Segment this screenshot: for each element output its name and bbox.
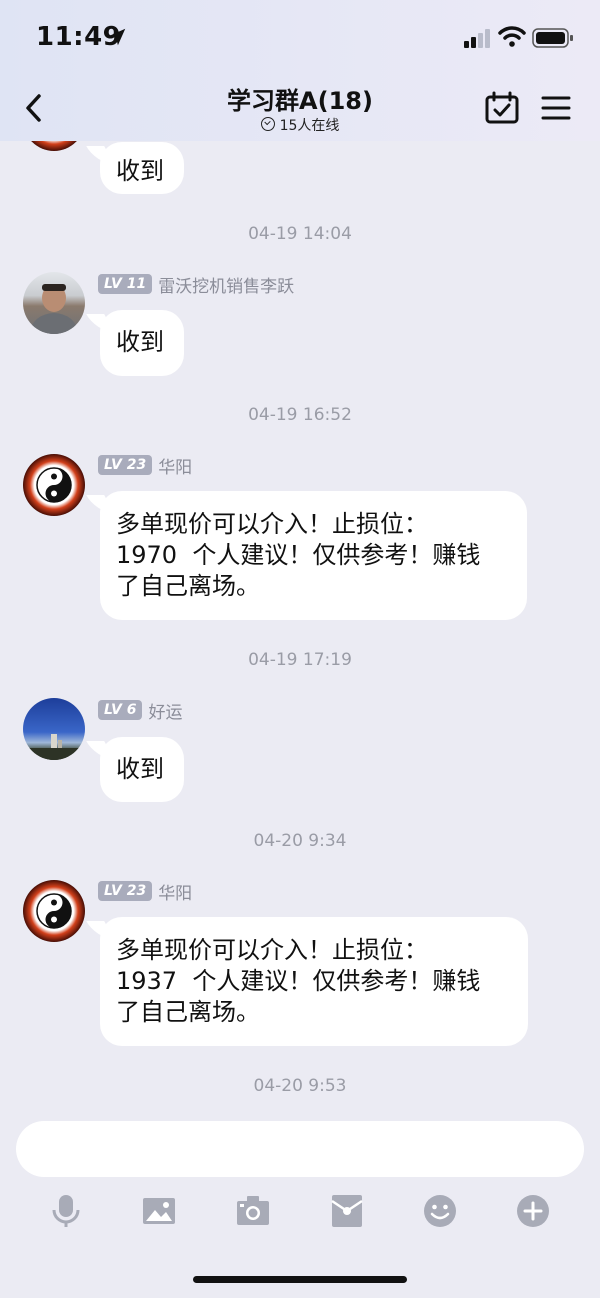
city-photo [23,734,85,760]
battery-icon [532,28,573,48]
timestamp: 04-19 17:19 [248,650,352,670]
message-bubble[interactable]: 多单现价可以介入！止损位： 1937 个人建议！仅供参考！赚钱 了自己离场。 [100,917,528,1046]
image-icon[interactable] [141,1193,177,1229]
avatar[interactable] [23,880,85,942]
level-badge: LV 6 [98,700,143,720]
cellular-signal-icon [464,29,490,48]
online-count-text: 15人在线 [279,118,340,134]
sender-info: LV 11 雷沃挖机销售李跃 [98,272,294,297]
level-badge: LV 23 [98,881,153,901]
message-bubble[interactable]: 收到 [100,142,184,194]
sender-name[interactable]: 雷沃挖机销售李跃 [158,272,294,297]
message-text: 收到 [116,157,164,185]
message-line: 1970 个人建议！仅供参考！赚钱 [116,541,481,569]
sender-name[interactable]: 好运 [148,698,182,723]
sender-info: LV 23 华阳 [98,453,192,478]
sender-info: LV 23 华阳 [98,879,192,904]
composer [0,1107,600,1298]
message-line: 了自己离场。 [116,998,260,1026]
timestamp: 04-20 9:34 [253,831,347,851]
message-line: 1937 个人建议！仅供参考！赚钱 [116,967,481,995]
home-indicator[interactable] [193,1276,407,1283]
sender-info: LV 6 好运 [98,698,182,723]
message-bubble[interactable]: 收到 [100,737,184,802]
person-photo [29,284,79,334]
calendar-check-icon[interactable] [484,91,520,125]
message-bubble[interactable]: 收到 [100,310,184,376]
camera-icon[interactable] [235,1193,271,1229]
avatar[interactable] [23,141,85,151]
message-line: 多单现价可以介入！止损位： [116,936,428,964]
online-clock-icon [260,117,275,131]
yin-yang-icon [36,467,72,503]
timestamp: 04-19 16:52 [248,405,352,425]
avatar[interactable] [23,272,85,334]
status-bar: 11:49 [0,0,600,75]
location-arrow-icon [108,28,126,46]
timestamp: 04-19 14:04 [248,224,352,244]
message-list[interactable]: 收到 04-19 14:04 LV 11 雷沃挖机销售李跃 收到 04-19 1… [0,141,600,1107]
avatar[interactable] [23,698,85,760]
message-line: 了自己离场。 [116,572,260,600]
message-text: 收到 [116,328,164,356]
avatar[interactable] [23,454,85,516]
wifi-icon [498,26,526,47]
chat-header: 学习群A(18) 15人在线 [0,75,600,141]
sender-name[interactable]: 华阳 [158,453,192,478]
message-text: 收到 [116,755,164,783]
microphone-icon[interactable] [48,1193,84,1229]
message-bubble[interactable]: 多单现价可以介入！止损位： 1970 个人建议！仅供参考！赚钱 了自己离场。 [100,491,527,620]
level-badge: LV 11 [98,274,153,294]
emoji-icon[interactable] [422,1193,458,1229]
message-line: 多单现价可以介入！止损位： [116,510,428,538]
plus-icon[interactable] [515,1193,551,1229]
red-packet-icon[interactable] [329,1193,365,1229]
sender-name[interactable]: 华阳 [158,879,192,904]
yin-yang-icon [36,893,72,929]
menu-icon[interactable] [540,93,572,123]
message-input[interactable] [16,1121,584,1177]
level-badge: LV 23 [98,455,153,475]
timestamp: 04-20 9:53 [253,1076,347,1096]
